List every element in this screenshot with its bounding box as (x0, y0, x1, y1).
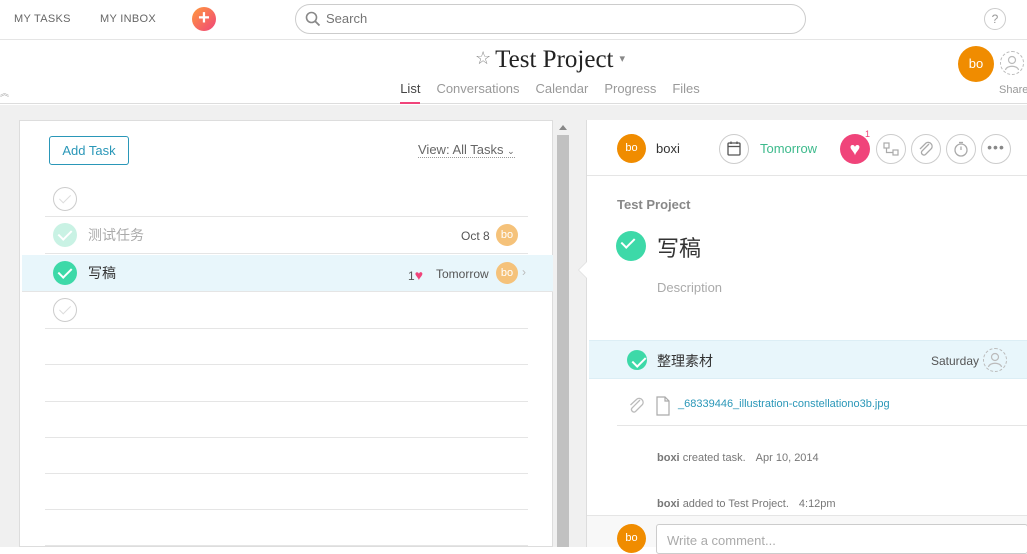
comment-bar: bo Write a comment... (587, 515, 1027, 554)
due-date-label[interactable]: Tomorrow (760, 141, 817, 156)
scroll-up-arrow-icon[interactable] (559, 125, 567, 130)
task-detail-toolbar: bo boxi Tomorrow ♥ 1 ••• (587, 120, 1027, 176)
more-icon: ••• (987, 139, 1005, 155)
tab-list[interactable]: List (400, 81, 421, 104)
tab-conversations[interactable]: Conversations (436, 81, 519, 102)
task-row-empty[interactable] (45, 365, 528, 402)
person-icon (987, 352, 1003, 368)
add-member-button[interactable] (1000, 51, 1024, 75)
my-inbox-link[interactable]: MY INBOX (100, 13, 156, 25)
search-input[interactable] (326, 11, 786, 26)
share-label[interactable]: Share (999, 84, 1027, 96)
project-header: ︽ ☆ Test Project ▾ List Conversations Calend… (0, 40, 1027, 104)
pointer-arrow-fill (579, 262, 587, 278)
description-field[interactable]: Description (657, 280, 722, 295)
help-button[interactable]: ? (984, 8, 1006, 30)
check-icon[interactable] (53, 298, 77, 322)
paperclip-icon (630, 397, 644, 413)
add-person-icon (1004, 55, 1020, 71)
heart-icon: ♥ (849, 139, 861, 159)
activity-item: boxi added to Test Project. 4:12pm (657, 498, 836, 510)
check-icon[interactable] (53, 187, 77, 211)
comment-field[interactable]: Write a comment... (656, 524, 1027, 554)
task-due-date: Tomorrow (436, 267, 489, 281)
project-tabs: List Conversations Calendar Progress Files (0, 81, 1027, 104)
view-filter-label: View: All Tasks (418, 142, 504, 157)
activity-text: added to Test Project. (682, 498, 789, 510)
task-row-empty[interactable] (45, 328, 528, 365)
file-icon (656, 396, 670, 416)
assignee-avatar[interactable]: bo (496, 224, 518, 246)
comment-placeholder: Write a comment... (667, 533, 776, 548)
activity-user[interactable]: boxi (657, 452, 680, 464)
task-row-selected[interactable]: 写稿 1♥ Tomorrow bo › (22, 255, 553, 292)
task-row[interactable]: 测试任务 Oct 8 bo (45, 217, 528, 254)
task-row-empty[interactable] (45, 509, 528, 546)
completed-check-icon[interactable] (53, 261, 77, 285)
timer-button[interactable] (946, 134, 976, 164)
task-due-date: Oct 8 (461, 229, 490, 243)
activity-time: Apr 10, 2014 (755, 452, 819, 464)
subtask-assign-button[interactable] (983, 348, 1007, 372)
top-bar: MY TASKS MY INBOX + ? (0, 0, 1027, 40)
chevron-right-icon: › (522, 265, 526, 279)
more-actions-button[interactable]: ••• (981, 134, 1011, 164)
plus-icon: + (198, 7, 210, 29)
search-icon (305, 11, 321, 27)
assignee-avatar[interactable]: bo (617, 134, 646, 163)
tab-progress[interactable]: Progress (604, 81, 656, 102)
chevron-down-icon: ⌄ (507, 146, 515, 156)
task-row-empty[interactable] (45, 473, 528, 510)
search-bar[interactable] (295, 4, 806, 34)
project-title-area: ☆ Test Project ▾ (0, 46, 1027, 74)
paperclip-icon (919, 141, 933, 156)
view-filter-dropdown[interactable]: View: All Tasks ⌄ (418, 142, 515, 158)
heart-icon: ♥ (414, 267, 423, 283)
add-task-button[interactable]: Add Task (49, 136, 129, 165)
task-row-empty[interactable] (45, 292, 528, 329)
subtask-name[interactable]: 整理素材 (657, 351, 713, 371)
heart-count: 1♥ (408, 267, 423, 283)
main-stage: Add Task View: All Tasks ⌄ 测试任务 Oct 8 bo… (0, 105, 1027, 554)
commenter-avatar: bo (617, 524, 646, 553)
activity-user[interactable]: boxi (657, 498, 680, 510)
heart-count: 1 (865, 129, 871, 139)
task-list-pane: Add Task View: All Tasks ⌄ 测试任务 Oct 8 bo… (19, 120, 553, 547)
tab-calendar[interactable]: Calendar (536, 81, 589, 102)
due-date-button[interactable] (719, 134, 749, 164)
task-name[interactable]: 测试任务 (88, 225, 144, 245)
attach-button[interactable] (911, 134, 941, 164)
task-name[interactable]: 写稿 (88, 263, 116, 283)
assignee-avatar[interactable]: bo (496, 262, 518, 284)
subtask-row[interactable]: 整理素材 Saturday (589, 340, 1027, 379)
completed-check-icon[interactable] (53, 223, 77, 247)
task-row-empty[interactable] (45, 180, 528, 217)
completed-check-icon[interactable] (627, 350, 647, 370)
activity-text: created task. (682, 452, 746, 464)
my-tasks-link[interactable]: MY TASKS (14, 13, 71, 25)
tab-files[interactable]: Files (672, 81, 699, 102)
task-row-empty[interactable] (45, 437, 528, 474)
divider (617, 425, 1027, 426)
activity-time: 4:12pm (798, 498, 836, 510)
star-icon[interactable]: ☆ (475, 48, 491, 68)
task-project-link[interactable]: Test Project (617, 197, 690, 212)
project-title[interactable]: Test Project (495, 46, 613, 73)
task-detail-pane: bo boxi Tomorrow ♥ 1 ••• Test Project 写稿… (578, 120, 1027, 554)
completed-check-icon[interactable] (616, 231, 646, 261)
quick-add-button[interactable]: + (192, 7, 216, 31)
activity-item: boxi created task. Apr 10, 2014 (657, 452, 819, 464)
chevron-down-icon[interactable]: ▾ (619, 53, 625, 65)
task-title[interactable]: 写稿 (657, 231, 701, 263)
attachment-link[interactable]: _68339446_illustration-constellationo3b.… (678, 398, 890, 410)
project-owner-avatar[interactable]: bo (958, 46, 994, 82)
task-row-empty[interactable] (45, 401, 528, 438)
subtask-due-date[interactable]: Saturday (931, 354, 979, 368)
stopwatch-icon (954, 141, 968, 157)
scrollbar-thumb[interactable] (557, 135, 569, 547)
subtask-button[interactable] (876, 134, 906, 164)
calendar-icon (727, 141, 741, 156)
assignee-name[interactable]: boxi (656, 141, 680, 156)
subtasks-icon (883, 142, 899, 156)
